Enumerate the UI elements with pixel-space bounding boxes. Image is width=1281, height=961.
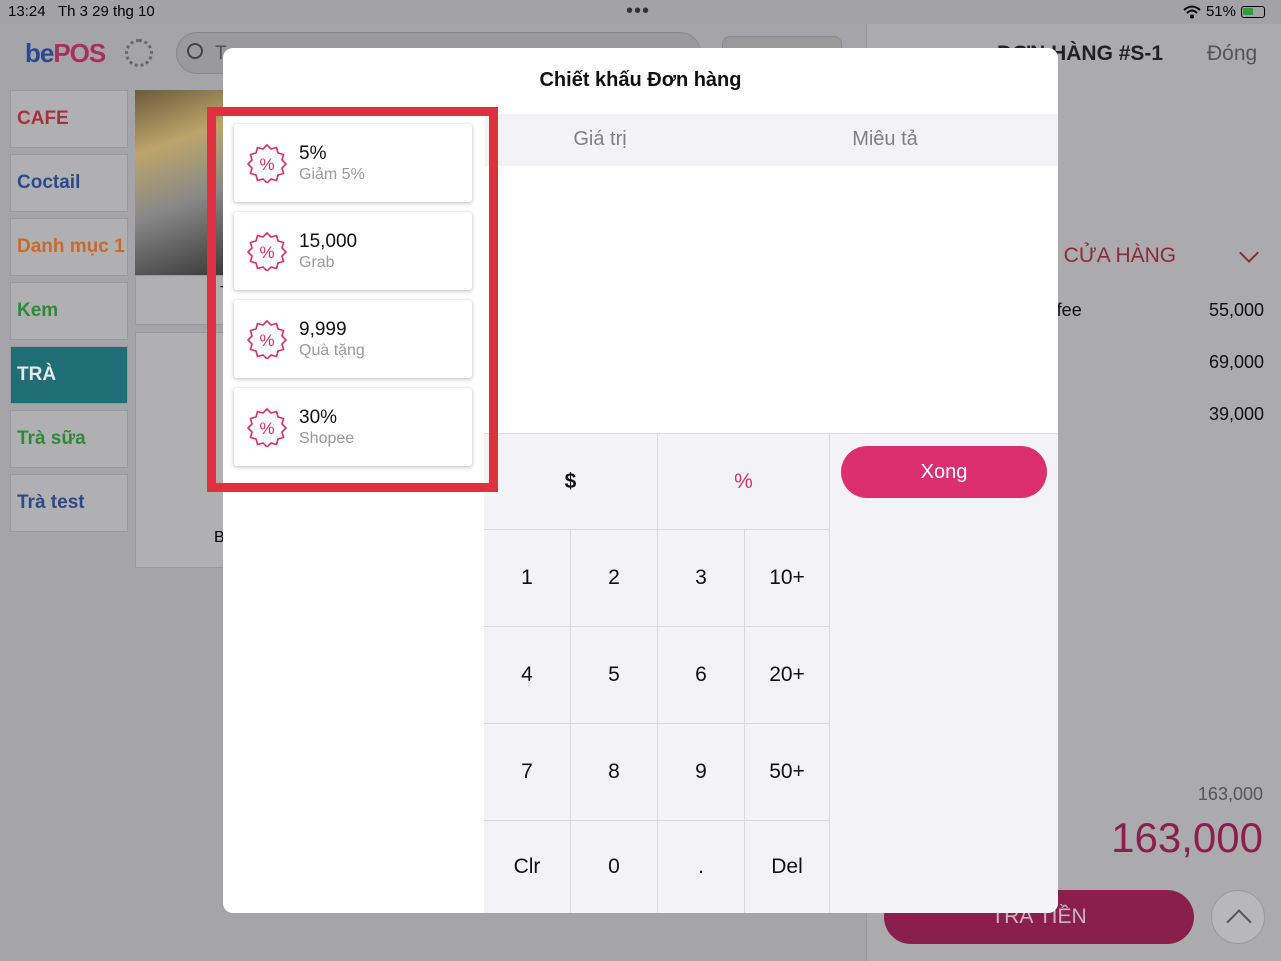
key-clear[interactable]: Clr <box>484 821 571 913</box>
category-item[interactable]: CAFE <box>10 90 128 148</box>
category-item[interactable]: Coctail <box>10 154 128 212</box>
key-5[interactable]: 5 <box>571 627 658 724</box>
close-button[interactable]: Đóng <box>1207 42 1257 66</box>
discount-table-header: Giá trị Miêu tả <box>485 114 1058 166</box>
search-icon <box>187 43 203 59</box>
column-description-header: Miêu tả <box>852 128 918 150</box>
keypad: $ % 1 2 3 10+ 4 5 6 20+ 7 8 9 50+ Clr 0 … <box>484 433 1058 913</box>
highlight-box <box>207 107 498 492</box>
key-delete[interactable]: Del <box>745 821 830 913</box>
expand-up-icon[interactable] <box>1211 890 1265 944</box>
mode-dollar-button[interactable]: $ <box>484 434 658 530</box>
key-7[interactable]: 7 <box>484 724 571 821</box>
key-8[interactable]: 8 <box>571 724 658 821</box>
category-item[interactable]: Trà sữa <box>10 410 128 468</box>
category-item-active[interactable]: TRÀ <box>10 346 128 404</box>
mode-percent-button[interactable]: % <box>658 434 830 530</box>
status-right: 51% <box>1183 3 1265 20</box>
order-total: 163,000 <box>1111 814 1263 861</box>
status-date: Th 3 29 thg 10 <box>58 3 155 20</box>
key-2[interactable]: 2 <box>571 530 658 627</box>
chevron-down-icon[interactable] <box>1239 243 1259 263</box>
key-10-plus[interactable]: 10+ <box>745 530 830 627</box>
key-4[interactable]: 4 <box>484 627 571 724</box>
key-50-plus[interactable]: 50+ <box>745 724 830 821</box>
status-bar: 13:24 Th 3 29 thg 10 ••• 51% <box>0 0 1281 24</box>
category-list: CAFE Coctail Danh mục 1 Kem TRÀ Trà sữa … <box>10 90 128 538</box>
key-decimal[interactable]: . <box>658 821 745 913</box>
key-1[interactable]: 1 <box>484 530 571 627</box>
key-20-plus[interactable]: 20+ <box>745 627 830 724</box>
column-value-header: Giá trị <box>573 128 627 150</box>
category-item[interactable]: Danh mục 1 <box>10 218 128 276</box>
done-button[interactable]: Xong <box>841 446 1047 498</box>
category-item[interactable]: Trà test <box>10 474 128 532</box>
multitasking-dots-icon[interactable]: ••• <box>626 0 650 23</box>
bepos-logo: bePOS <box>25 38 106 68</box>
store-selector[interactable]: I CỬA HÀNG <box>1052 244 1176 268</box>
order-subtotal: 163,000 <box>1197 784 1263 804</box>
key-6[interactable]: 6 <box>658 627 745 724</box>
battery-percent: 51% <box>1205 3 1236 20</box>
category-item[interactable]: Kem <box>10 282 128 340</box>
status-time: 13:24 <box>8 3 46 20</box>
settings-gear-icon[interactable] <box>125 39 153 67</box>
battery-icon <box>1241 5 1265 18</box>
key-9[interactable]: 9 <box>658 724 745 821</box>
key-3[interactable]: 3 <box>658 530 745 627</box>
key-0[interactable]: 0 <box>571 821 658 913</box>
wifi-icon <box>1183 5 1201 18</box>
modal-title: Chiết khấu Đơn hàng <box>539 69 742 91</box>
